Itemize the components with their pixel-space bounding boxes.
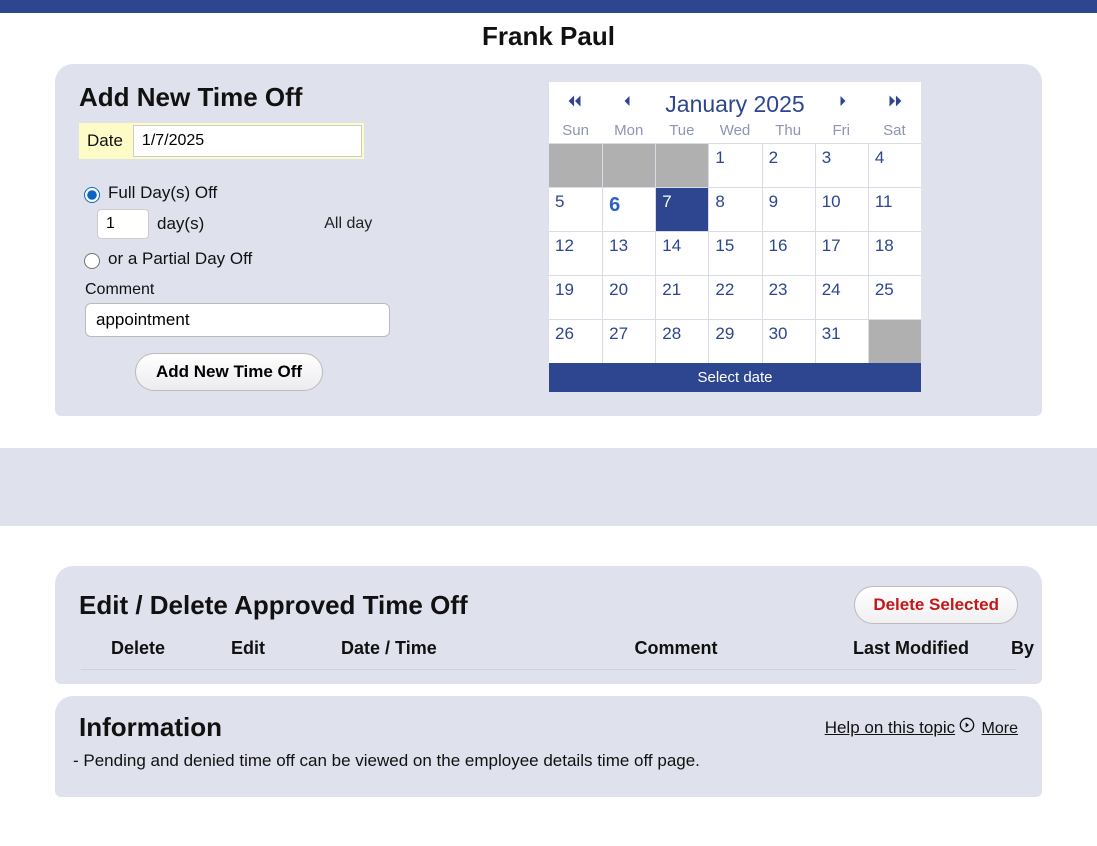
calendar-day[interactable]: 26: [549, 319, 602, 363]
next-month-icon[interactable]: [817, 91, 869, 117]
comment-label: Comment: [85, 281, 509, 299]
col-edit: Edit: [231, 638, 341, 659]
delete-selected-button[interactable]: Delete Selected: [854, 586, 1018, 624]
partial-day-option[interactable]: or a Partial Day Off: [79, 249, 509, 269]
calendar-day[interactable]: 3: [815, 143, 868, 187]
comment-input[interactable]: [85, 303, 390, 337]
table-divider: [81, 669, 1016, 670]
date-row: Date: [79, 123, 364, 159]
full-days-option[interactable]: Full Day(s) Off: [79, 183, 509, 203]
partial-day-label: or a Partial Day Off: [108, 249, 252, 269]
calendar-day[interactable]: 2: [762, 143, 815, 187]
date-label: Date: [85, 127, 125, 155]
calendar-day[interactable]: 20: [602, 275, 655, 319]
all-day-label: All day: [324, 215, 372, 233]
calendar-day[interactable]: 14: [655, 231, 708, 275]
calendar-day[interactable]: 31: [815, 319, 868, 363]
calendar-day[interactable]: 30: [762, 319, 815, 363]
add-time-off-button[interactable]: Add New Time Off: [135, 353, 323, 391]
prev-year-icon[interactable]: [549, 90, 601, 118]
edit-delete-panel: Edit / Delete Approved Time Off Delete S…: [55, 566, 1042, 684]
calendar-weekday-row: SunMonTueWedThuFriSat: [549, 120, 921, 143]
calendar-day[interactable]: 24: [815, 275, 868, 319]
calendar-day[interactable]: 5: [549, 187, 602, 231]
more-link[interactable]: More: [982, 720, 1018, 737]
top-bar: [0, 0, 1097, 13]
information-panel: Information Help on this topic More - Pe…: [55, 696, 1042, 797]
partial-day-radio[interactable]: [84, 253, 100, 269]
calendar-weekday: Thu: [762, 122, 815, 139]
col-by: By: [1011, 638, 1071, 659]
page-title: Frank Paul: [0, 21, 1097, 52]
calendar-day[interactable]: 22: [708, 275, 761, 319]
edit-delete-heading: Edit / Delete Approved Time Off: [79, 590, 468, 621]
table-header: Delete Edit Date / Time Comment Last Mod…: [79, 624, 1018, 669]
calendar-weekday: Fri: [815, 122, 868, 139]
calendar-day: [602, 143, 655, 187]
calendar-day[interactable]: 21: [655, 275, 708, 319]
calendar-day[interactable]: 4: [868, 143, 921, 187]
calendar-day[interactable]: 8: [708, 187, 761, 231]
col-datetime: Date / Time: [341, 638, 541, 659]
calendar-day[interactable]: 11: [868, 187, 921, 231]
calendar-footer: Select date: [549, 363, 921, 392]
calendar-day: [868, 319, 921, 363]
full-days-radio[interactable]: [84, 187, 100, 203]
calendar-day[interactable]: 27: [602, 319, 655, 363]
calendar-day[interactable]: 29: [708, 319, 761, 363]
calendar: January 2025 SunMonTueWedThuFriSat 12345…: [549, 82, 921, 392]
next-year-icon[interactable]: [869, 90, 921, 118]
col-comment: Comment: [541, 638, 811, 659]
information-body: - Pending and denied time off can be vie…: [73, 751, 1018, 771]
calendar-day[interactable]: 15: [708, 231, 761, 275]
calendar-day[interactable]: 19: [549, 275, 602, 319]
calendar-weekday: Sat: [868, 122, 921, 139]
calendar-day[interactable]: 17: [815, 231, 868, 275]
calendar-day[interactable]: 23: [762, 275, 815, 319]
col-last-modified: Last Modified: [811, 638, 1011, 659]
calendar-day[interactable]: 10: [815, 187, 868, 231]
date-input[interactable]: [133, 125, 362, 157]
calendar-day[interactable]: 1: [708, 143, 761, 187]
calendar-day[interactable]: 25: [868, 275, 921, 319]
calendar-weekday: Tue: [655, 122, 708, 139]
calendar-day[interactable]: 16: [762, 231, 815, 275]
help-link[interactable]: Help on this topic: [825, 717, 975, 738]
calendar-grid: 1234567891011121314151617181920212223242…: [549, 143, 921, 363]
full-days-label: Full Day(s) Off: [108, 183, 217, 203]
add-time-off-panel: Add New Time Off Date Full Day(s) Off da…: [55, 64, 1042, 416]
calendar-day[interactable]: 6: [602, 187, 655, 231]
calendar-title[interactable]: January 2025: [653, 91, 817, 118]
days-suffix: day(s): [157, 214, 204, 234]
calendar-day: [655, 143, 708, 187]
spacer-bar: [0, 448, 1097, 526]
calendar-day: [549, 143, 602, 187]
col-delete: Delete: [111, 638, 231, 659]
add-time-off-heading: Add New Time Off: [79, 82, 509, 113]
calendar-day[interactable]: 7: [655, 187, 708, 231]
help-link-label: Help on this topic: [825, 718, 955, 738]
information-heading: Information: [79, 712, 222, 743]
days-input[interactable]: [97, 209, 149, 239]
arrow-circle-icon: [959, 717, 975, 738]
calendar-day[interactable]: 9: [762, 187, 815, 231]
calendar-day[interactable]: 28: [655, 319, 708, 363]
calendar-day[interactable]: 13: [602, 231, 655, 275]
prev-month-icon[interactable]: [601, 91, 653, 117]
calendar-weekday: Mon: [602, 122, 655, 139]
calendar-day[interactable]: 18: [868, 231, 921, 275]
calendar-day[interactable]: 12: [549, 231, 602, 275]
calendar-weekday: Wed: [708, 122, 761, 139]
calendar-weekday: Sun: [549, 122, 602, 139]
